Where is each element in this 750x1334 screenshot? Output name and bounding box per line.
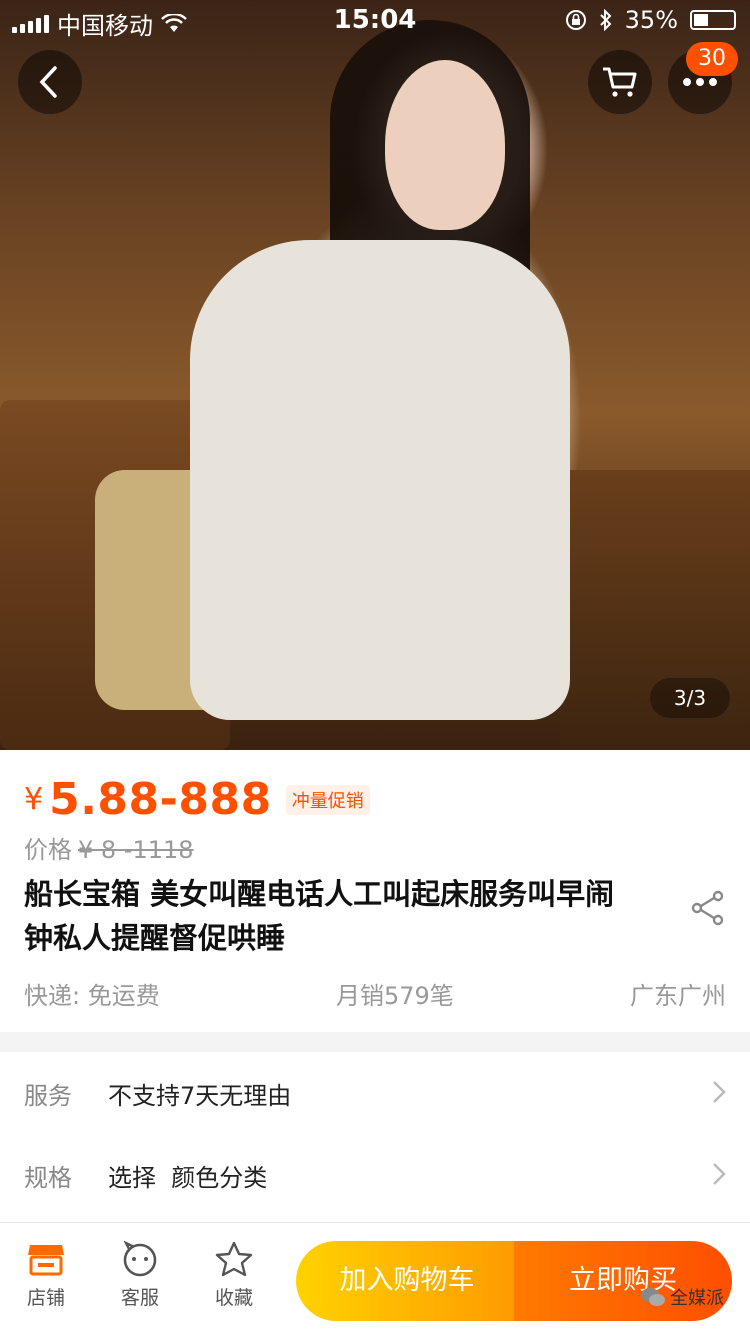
add-to-cart-button[interactable]: 加入购物车 [296, 1241, 518, 1321]
spec-label: 规格 [24, 1163, 72, 1192]
shop-tab[interactable]: 店铺 [6, 1241, 86, 1310]
product-image[interactable] [0, 0, 750, 750]
original-price-row: 价格 ¥ 8 -1118 [24, 830, 194, 865]
price-row: ¥ 5.88-888 冲量促销 [24, 774, 370, 825]
chevron-right-icon [713, 1163, 726, 1185]
promo-tag: 冲量促销 [285, 785, 370, 815]
share-icon[interactable] [688, 888, 728, 928]
image-counter: 3/3 [650, 678, 730, 718]
currency-symbol: ¥ [24, 782, 44, 817]
ship-location: 广东广州 [630, 982, 726, 1010]
price-value: 5.88-888 [49, 774, 272, 825]
service-label: 服务 [24, 1081, 72, 1110]
cart-badge: 30 [686, 42, 738, 76]
bottom-action-bar: 店铺 客服 收藏 加入购物车 立即购买 [0, 1222, 750, 1334]
customer-service-icon [123, 1241, 157, 1277]
image-figure [190, 240, 570, 720]
favorite-tab[interactable]: 收藏 [194, 1241, 274, 1310]
shop-label: 店铺 [26, 1287, 65, 1309]
service-value: 不支持7天无理由 [108, 1081, 292, 1110]
chevron-right-icon [713, 1081, 726, 1103]
option-rows: 服务 不支持7天无理由 规格 选择 颜色分类 [0, 1052, 750, 1222]
status-bar: 中国移动 15:04 35% [0, 0, 750, 40]
shop-icon [28, 1245, 64, 1276]
product-detail-screen: 中国移动 15:04 35% 30 3/3 ¥ 5.88-888 冲量促销 价格… [0, 0, 750, 1334]
service-label: 客服 [120, 1287, 159, 1309]
battery-percent: 35% [624, 6, 678, 34]
product-title: 船长宝箱 美女叫醒电话人工叫起床服务叫早闹钟私人提醒督促哄睡 [24, 877, 615, 955]
battery-icon [690, 10, 736, 30]
monthly-sales: 月销579笔 [335, 982, 454, 1010]
original-price-label: 价格 [24, 836, 72, 864]
shipping-info: 快递: 免运费 [24, 982, 160, 1010]
wechat-icon [641, 1288, 665, 1306]
service-tab[interactable]: 客服 [100, 1241, 180, 1310]
image-face [385, 60, 505, 230]
star-icon [215, 1241, 253, 1277]
back-button[interactable] [18, 50, 82, 114]
meta-row: 快递: 免运费 月销579笔 广东广州 [24, 976, 726, 1011]
status-right-group: 35% [565, 6, 736, 34]
watermark-text: 全媒派 [670, 1288, 724, 1309]
watermark: 全媒派 [640, 1284, 724, 1310]
cart-icon [603, 67, 637, 97]
orientation-lock-icon [565, 10, 586, 30]
chevron-left-icon [39, 66, 57, 98]
spec-value: 选择 颜色分类 [108, 1163, 268, 1192]
more-icon [683, 78, 717, 86]
cart-button[interactable] [588, 50, 652, 114]
service-row[interactable]: 服务 不支持7天无理由 [0, 1052, 750, 1134]
favorite-label: 收藏 [214, 1287, 253, 1309]
bluetooth-icon [599, 9, 612, 31]
spec-row[interactable]: 规格 选择 颜色分类 [0, 1134, 750, 1216]
product-info-card: ¥ 5.88-888 冲量促销 价格 ¥ 8 -1118 船长宝箱 美女叫醒电话人… [0, 750, 750, 1032]
original-price-value: ¥ 8 -1118 [78, 836, 194, 864]
